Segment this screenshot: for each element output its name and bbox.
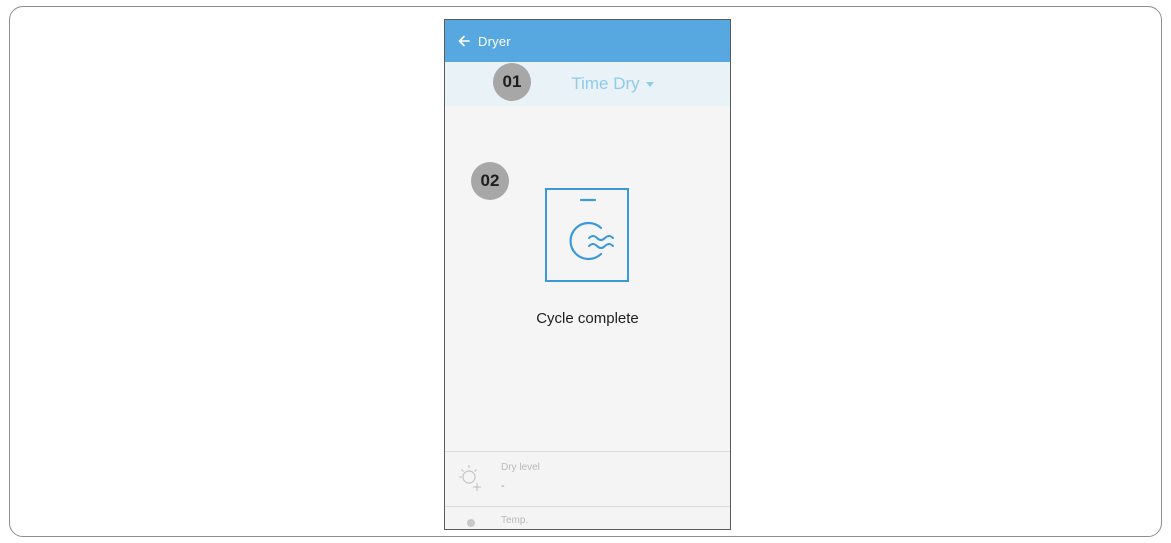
callout-badge-01: 01 bbox=[493, 63, 531, 101]
mode-selector[interactable]: Time Dry bbox=[445, 62, 730, 106]
setting-label-temp: Temp. bbox=[501, 515, 529, 526]
dot-icon bbox=[467, 519, 475, 527]
sun-plus-icon bbox=[457, 462, 487, 499]
setting-label-dry-level: Dry level bbox=[501, 462, 540, 473]
caret-down-icon bbox=[645, 81, 654, 87]
callout-badge-02: 02 bbox=[471, 162, 509, 200]
setting-row-dry-level[interactable]: Dry level - bbox=[445, 451, 730, 506]
arrow-left-icon[interactable] bbox=[450, 20, 478, 62]
status-text: Cycle complete bbox=[536, 310, 639, 327]
dryer-drum-icon bbox=[545, 188, 629, 282]
setting-row-temp[interactable]: Temp. bbox=[445, 506, 730, 529]
page-title: Dryer bbox=[478, 33, 511, 49]
app-bar: Dryer bbox=[445, 20, 730, 62]
setting-value-dry-level: - bbox=[501, 480, 505, 492]
mode-label: Time Dry bbox=[571, 74, 640, 93]
